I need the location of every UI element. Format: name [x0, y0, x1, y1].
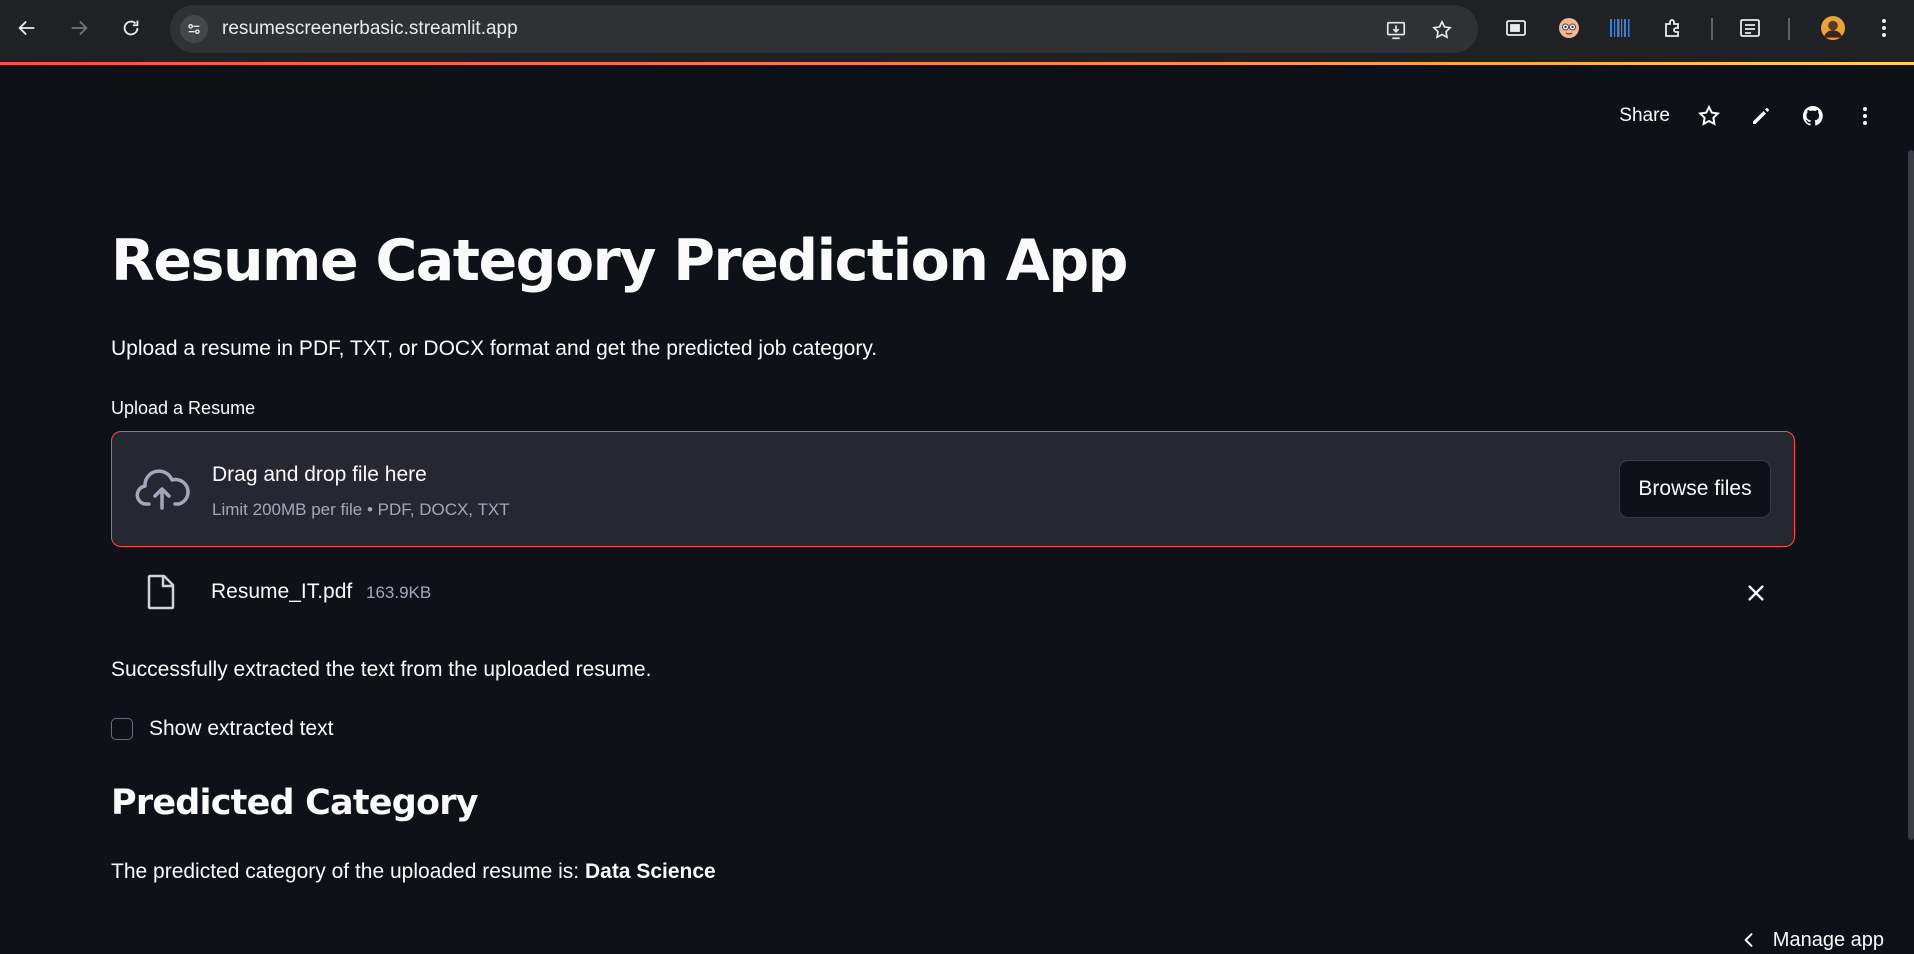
- checkbox-label[interactable]: Show extracted text: [149, 717, 333, 741]
- chevron-left-icon: [1744, 933, 1753, 947]
- page-title: Resume Category Prediction App: [111, 228, 1129, 294]
- reload-icon[interactable]: [116, 13, 146, 43]
- share-button[interactable]: Share: [1619, 105, 1670, 127]
- profile-avatar[interactable]: [1818, 13, 1848, 43]
- toolbar-divider: [1788, 18, 1790, 40]
- prediction-prefix: The predicted category of the uploaded r…: [111, 860, 580, 883]
- success-message: Successfully extracted the text from the…: [111, 658, 652, 681]
- file-name: Resume_IT.pdf: [211, 580, 353, 603]
- remove-file-close-icon[interactable]: [1741, 578, 1771, 608]
- dropzone-limits: Limit 200MB per file • PDF, DOCX, TXT: [212, 500, 510, 519]
- edit-pencil-icon[interactable]: [1748, 103, 1774, 129]
- streamlit-decoration-bar: [0, 62, 1914, 65]
- app-toolbar: Share: [1619, 100, 1878, 132]
- file-icon: [147, 574, 175, 610]
- cloud-upload-icon: [135, 469, 190, 510]
- page-subtitle: Upload a resume in PDF, TXT, or DOCX for…: [111, 337, 878, 360]
- address-bar[interactable]: resumescreenerbasic.streamlit.app: [170, 5, 1478, 53]
- file-size: 163.9KB: [366, 583, 432, 602]
- reading-list-icon[interactable]: [1736, 14, 1764, 42]
- prediction-result: The predicted category of the uploaded r…: [111, 860, 716, 884]
- star-icon[interactable]: [1696, 103, 1722, 129]
- prediction-value: Data Science: [584, 860, 716, 883]
- uploaded-file-item: Resume_IT.pdf 163.9KB: [111, 570, 1795, 614]
- github-icon[interactable]: [1800, 103, 1826, 129]
- file-dropzone[interactable]: Drag and drop file here Limit 200MB per …: [111, 431, 1795, 547]
- dropzone-title: Drag and drop file here: [212, 463, 427, 486]
- checkbox-box[interactable]: [111, 718, 133, 740]
- show-extracted-text-checkbox[interactable]: Show extracted text: [111, 714, 333, 744]
- uploader-label: Upload a Resume: [111, 398, 256, 418]
- manage-app-label[interactable]: Manage app: [1773, 929, 1884, 952]
- bookmark-star-icon[interactable]: [1430, 18, 1454, 42]
- browser-toolbar: resumescreenerbasic.streamlit.app: [0, 0, 1914, 62]
- page-scrollbar[interactable]: [1908, 150, 1914, 840]
- url-text[interactable]: resumescreenerbasic.streamlit.app: [222, 19, 518, 39]
- picture-in-picture-icon[interactable]: [1502, 14, 1530, 42]
- more-vertical-icon[interactable]: [1852, 103, 1878, 129]
- extension-face-icon[interactable]: [1555, 14, 1583, 42]
- back-arrow-icon[interactable]: [12, 13, 42, 43]
- extension-barcode-icon[interactable]: [1606, 14, 1634, 42]
- browse-files-button[interactable]: Browse files: [1619, 460, 1771, 518]
- chrome-menu-icon[interactable]: [1870, 14, 1898, 42]
- install-app-icon[interactable]: [1384, 18, 1408, 42]
- forward-arrow-icon[interactable]: [64, 13, 94, 43]
- site-info-icon[interactable]: [180, 15, 208, 43]
- extensions-puzzle-icon[interactable]: [1659, 14, 1687, 42]
- manage-app-button[interactable]: Manage app: [1739, 926, 1884, 954]
- predicted-category-heading: Predicted Category: [111, 783, 479, 823]
- toolbar-divider: [1711, 18, 1713, 40]
